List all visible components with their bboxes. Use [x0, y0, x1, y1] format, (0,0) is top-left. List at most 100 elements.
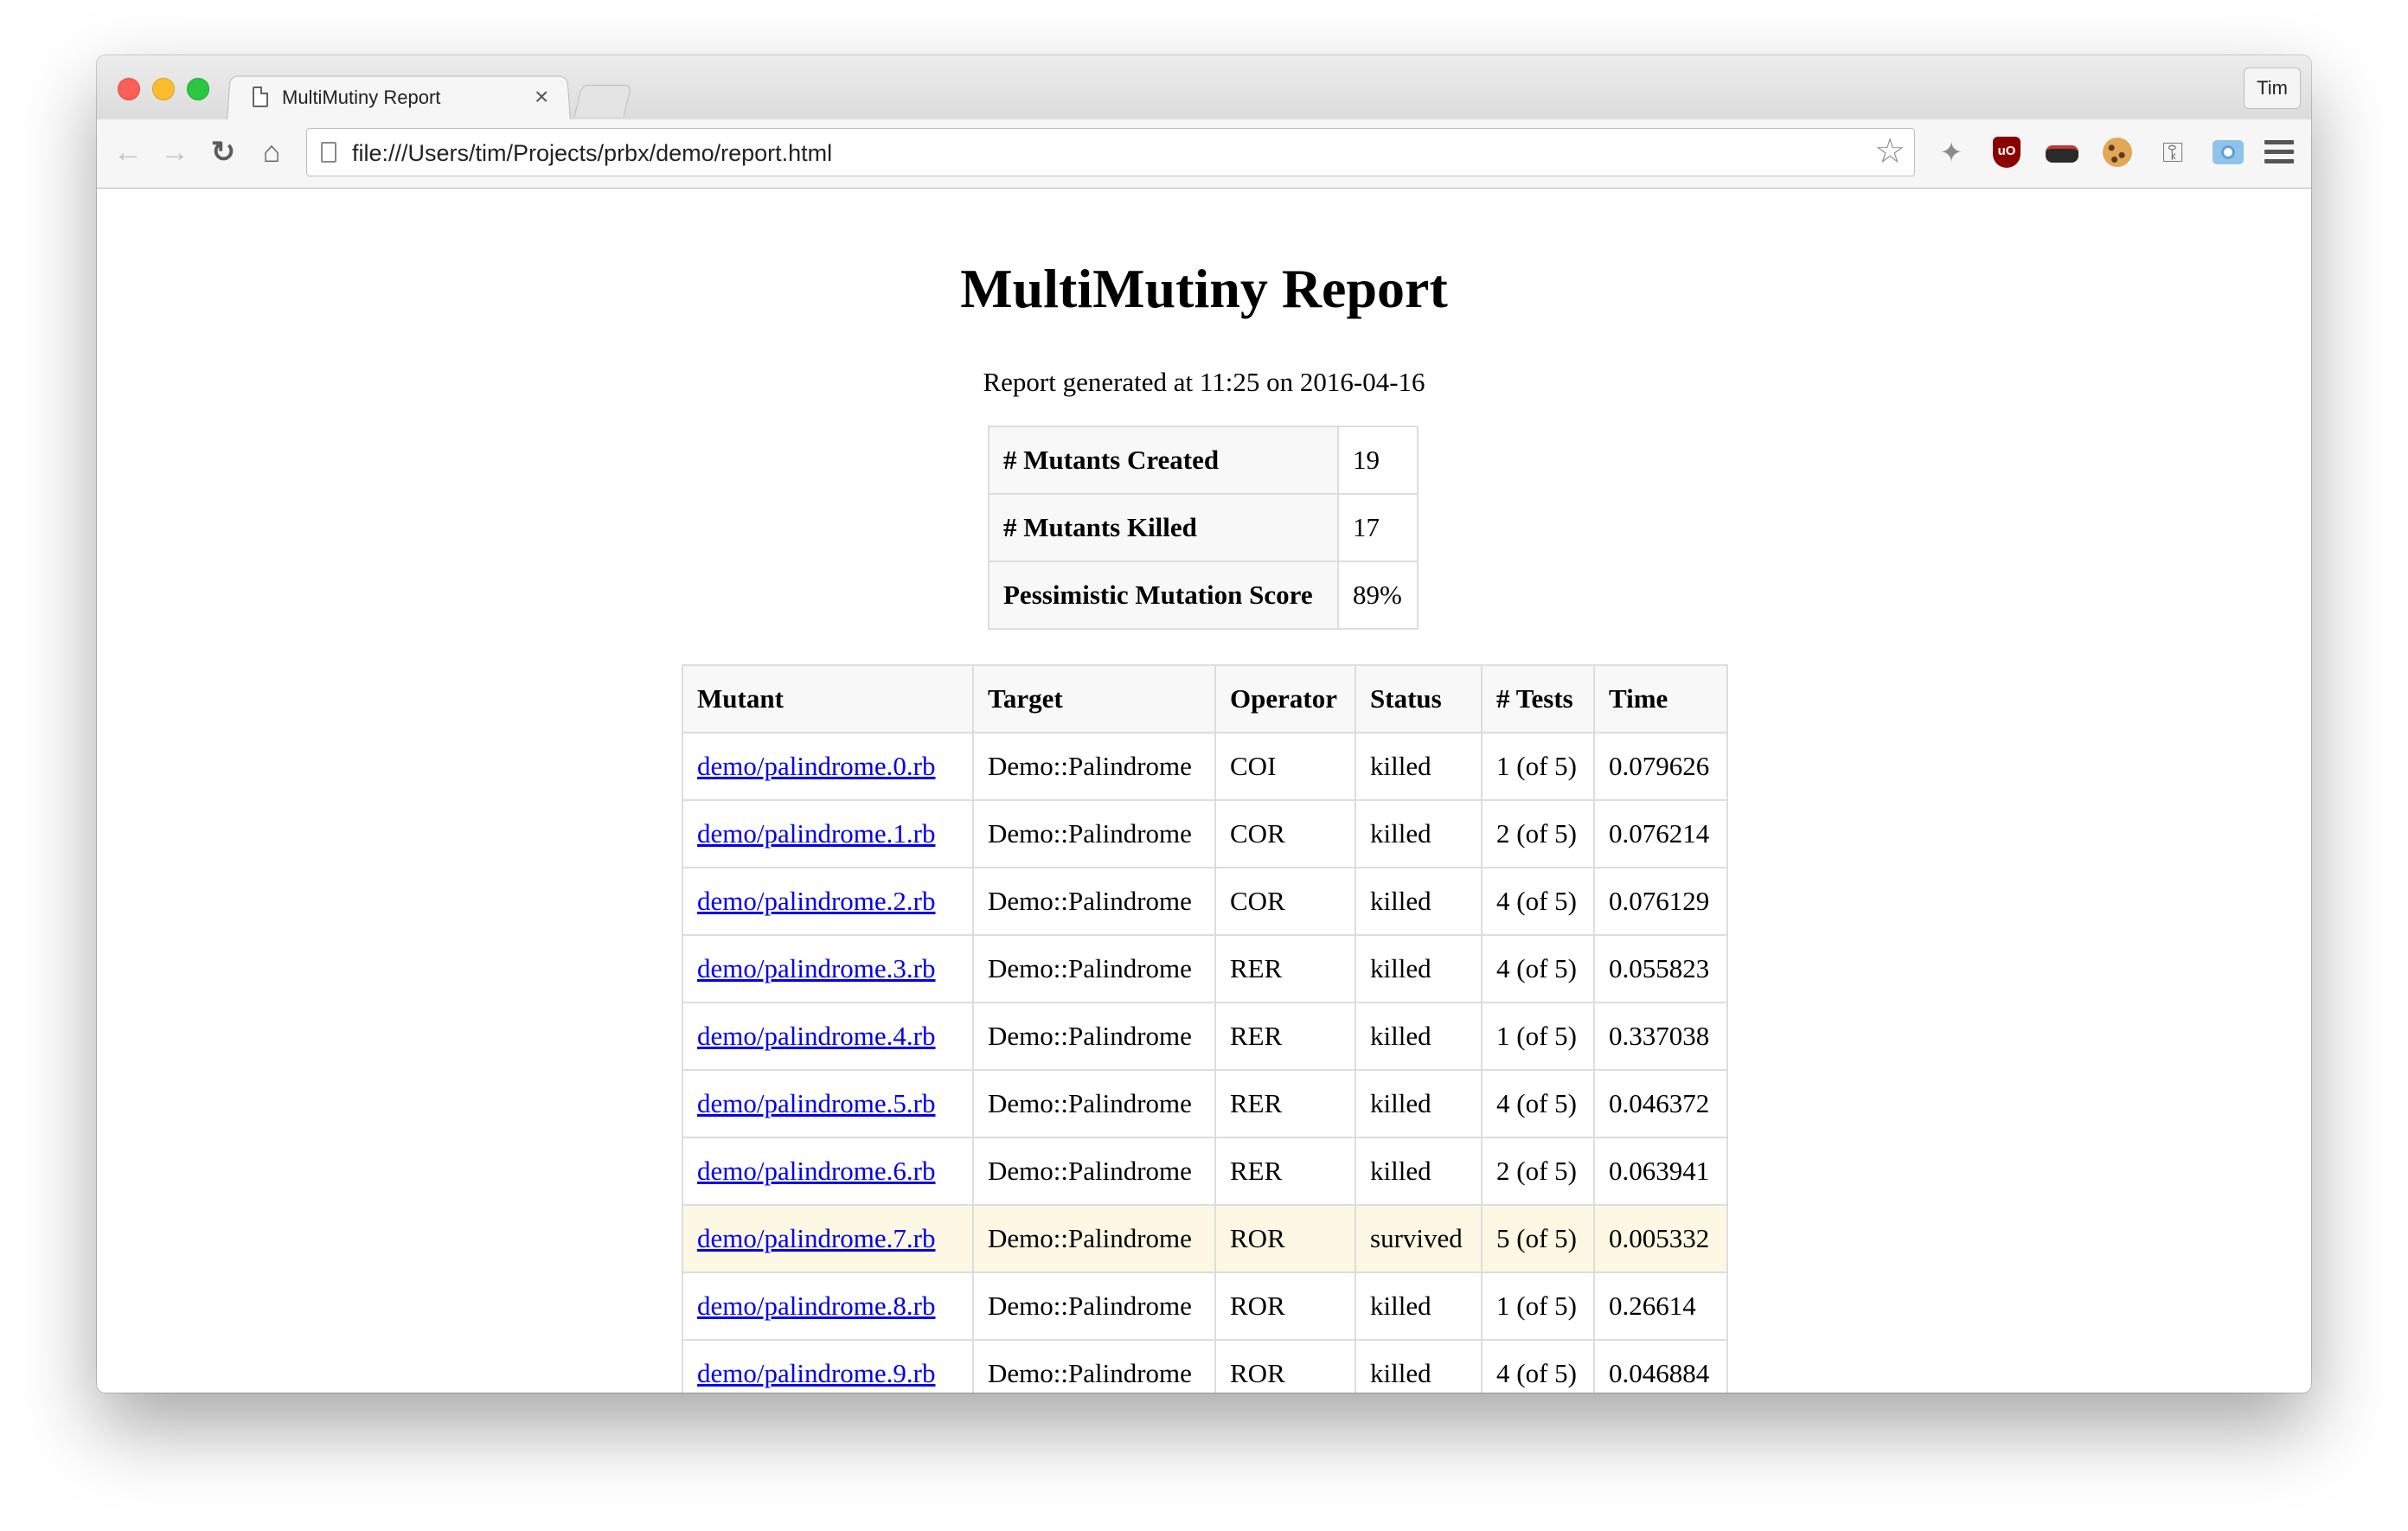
menu-icon[interactable] — [2264, 140, 2294, 164]
title-bar: MultiMutiny Report × Tim — [97, 55, 2311, 122]
page-title: MultiMutiny Report — [960, 258, 1448, 319]
table-row: demo/palindrome.5.rb Demo::Palindrome RER k… — [682, 1069, 1728, 1138]
time-cell: 0.076129 — [1593, 867, 1728, 936]
mask-icon[interactable] — [2043, 133, 2081, 171]
target-cell: Demo::Palindrome — [972, 1339, 1216, 1393]
ublock-icon[interactable]: uO — [1988, 133, 2026, 171]
mutant-cell[interactable]: demo/palindrome.1.rb — [682, 799, 974, 868]
column-header-operator: Operator — [1214, 664, 1356, 733]
time-cell: 0.076214 — [1593, 799, 1728, 868]
tab-title: MultiMutiny Report — [282, 86, 441, 108]
mutant-link[interactable]: demo/palindrome.3.rb — [697, 953, 936, 983]
window-close-button[interactable] — [118, 78, 140, 100]
table-row: demo/palindrome.2.rb Demo::Palindrome COR k… — [682, 867, 1728, 936]
window-minimize-button[interactable] — [152, 78, 175, 100]
page-icon — [253, 86, 268, 107]
target-cell: Demo::Palindrome — [972, 1002, 1216, 1071]
reload-icon[interactable]: ↻ — [206, 135, 240, 170]
mutant-cell[interactable]: demo/palindrome.3.rb — [682, 934, 974, 1003]
mutant-link[interactable]: demo/palindrome.6.rb — [697, 1156, 936, 1186]
mutant-cell[interactable]: demo/palindrome.7.rb — [682, 1204, 974, 1273]
target-cell: Demo::Palindrome — [972, 934, 1216, 1003]
mutant-link[interactable]: demo/palindrome.9.rb — [697, 1358, 936, 1388]
mutant-link[interactable]: demo/palindrome.5.rb — [697, 1088, 936, 1118]
mutant-cell[interactable]: demo/palindrome.2.rb — [682, 867, 974, 936]
home-icon[interactable]: ⌂ — [254, 135, 289, 170]
back-arrow-icon[interactable]: ← — [111, 135, 145, 170]
target-cell: Demo::Palindrome — [972, 1069, 1216, 1138]
summary-label: # Mutants Created — [988, 426, 1339, 495]
summary-row: # Mutants Killed 17 — [988, 493, 1419, 562]
table-row: demo/palindrome.1.rb Demo::Palindrome COR k… — [682, 799, 1728, 868]
mutant-link[interactable]: demo/palindrome.8.rb — [697, 1291, 936, 1321]
pin-icon[interactable]: ✦ — [1932, 133, 1970, 171]
time-cell: 0.26614 — [1593, 1272, 1728, 1341]
tests-cell: 4 (of 5) — [1481, 934, 1595, 1003]
page-icon — [321, 142, 336, 163]
mutant-link[interactable]: demo/palindrome.2.rb — [697, 886, 936, 916]
operator-cell: RER — [1214, 1002, 1356, 1071]
status-cell: killed — [1354, 1272, 1483, 1341]
tests-cell: 4 (of 5) — [1481, 1069, 1595, 1138]
operator-cell: RER — [1214, 934, 1356, 1003]
operator-cell: COI — [1214, 732, 1356, 801]
mutant-cell[interactable]: demo/palindrome.8.rb — [682, 1272, 974, 1341]
mutants-table-body: demo/palindrome.0.rb Demo::Palindrome COI k… — [682, 732, 1728, 1393]
status-cell: killed — [1354, 934, 1483, 1003]
star-icon[interactable]: ☆ — [1874, 132, 1905, 170]
status-cell: killed — [1354, 732, 1483, 801]
operator-cell: ROR — [1214, 1272, 1356, 1341]
time-cell: 0.055823 — [1593, 934, 1728, 1003]
mutant-cell[interactable]: demo/palindrome.6.rb — [682, 1137, 974, 1206]
summary-table: # Mutants Created 19 # Mutants Killed 17… — [988, 426, 1419, 630]
status-cell: killed — [1354, 1002, 1483, 1071]
time-cell: 0.337038 — [1593, 1002, 1728, 1071]
mutant-cell[interactable]: demo/palindrome.9.rb — [682, 1339, 974, 1393]
window-maximize-button[interactable] — [187, 78, 209, 100]
url-text[interactable]: file:///Users/tim/Projects/prbx/demo/rep… — [352, 140, 832, 167]
tests-cell: 4 (of 5) — [1481, 1339, 1595, 1393]
time-cell: 0.079626 — [1593, 732, 1728, 801]
key-icon[interactable]: ⚿ — [2154, 133, 2192, 171]
table-row: demo/palindrome.3.rb Demo::Palindrome RER k… — [682, 934, 1728, 1003]
column-header-status: Status — [1354, 664, 1483, 733]
operator-cell: RER — [1214, 1137, 1356, 1206]
operator-cell: COR — [1214, 867, 1356, 936]
target-cell: Demo::Palindrome — [972, 1204, 1216, 1273]
mutant-link[interactable]: demo/palindrome.0.rb — [697, 751, 936, 781]
cookie-icon[interactable] — [2098, 133, 2136, 171]
tab-close-icon[interactable]: × — [535, 83, 548, 111]
mutant-cell[interactable]: demo/palindrome.5.rb — [682, 1069, 974, 1138]
target-cell: Demo::Palindrome — [972, 732, 1216, 801]
operator-cell: ROR — [1214, 1204, 1356, 1273]
column-header-target: Target — [972, 664, 1216, 733]
browser-tab[interactable]: MultiMutiny Report × — [235, 74, 564, 121]
profile-button[interactable]: Tim — [2244, 67, 2301, 109]
camera-icon[interactable] — [2209, 133, 2247, 171]
forward-arrow-icon[interactable]: → — [157, 135, 192, 170]
mutant-cell[interactable]: demo/palindrome.0.rb — [682, 732, 974, 801]
table-header-row: Mutant Target Operator Status # Tests Ti… — [682, 664, 1728, 733]
table-row: demo/palindrome.0.rb Demo::Palindrome COI k… — [682, 732, 1728, 801]
mutant-link[interactable]: demo/palindrome.7.rb — [697, 1223, 936, 1253]
status-cell: killed — [1354, 1069, 1483, 1138]
table-row: demo/palindrome.7.rb Demo::Palindrome ROR s… — [682, 1204, 1728, 1273]
operator-cell: RER — [1214, 1069, 1356, 1138]
status-cell: killed — [1354, 1339, 1483, 1393]
table-row: demo/palindrome.8.rb Demo::Palindrome ROR k… — [682, 1272, 1728, 1341]
target-cell: Demo::Palindrome — [972, 1272, 1216, 1341]
new-tab-button[interactable] — [573, 85, 632, 117]
tests-cell: 1 (of 5) — [1481, 1272, 1595, 1341]
summary-value: 17 — [1337, 493, 1419, 562]
operator-cell: ROR — [1214, 1339, 1356, 1393]
time-cell: 0.005332 — [1593, 1204, 1728, 1273]
status-cell: killed — [1354, 867, 1483, 936]
mutant-cell[interactable]: demo/palindrome.4.rb — [682, 1002, 974, 1071]
page-content: MultiMutiny Report Report generated at 1… — [97, 189, 2311, 1393]
address-bar[interactable]: file:///Users/tim/Projects/prbx/demo/rep… — [306, 128, 1915, 176]
mutant-link[interactable]: demo/palindrome.1.rb — [697, 818, 936, 849]
summary-row: Pessimistic Mutation Score 89% — [988, 561, 1419, 630]
time-cell: 0.046372 — [1593, 1069, 1728, 1138]
browser-toolbar: ← → ↻ ⌂ file:///Users/tim/Projects/prbx/… — [97, 119, 2311, 189]
mutant-link[interactable]: demo/palindrome.4.rb — [697, 1021, 936, 1051]
